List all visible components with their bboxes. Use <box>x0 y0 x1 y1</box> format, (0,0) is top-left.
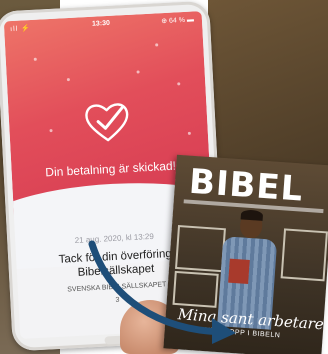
battery-icon: ⊕ 64 % ▬ <box>161 16 195 26</box>
sparkle <box>155 43 159 47</box>
sparkle <box>49 128 53 133</box>
sparkle <box>136 70 140 74</box>
bunk-bed <box>280 228 328 282</box>
sparkle <box>66 78 70 82</box>
bunk-bed <box>174 224 226 273</box>
sparkle <box>187 131 191 135</box>
sparkle <box>177 82 181 86</box>
background-shelf <box>208 0 328 180</box>
magazine-cover: BIBEL Mina sant arbetare NER HOPP I BIBE… <box>163 154 328 354</box>
heart-check-icon <box>85 103 129 142</box>
sparkle <box>33 57 37 61</box>
held-bible <box>228 258 250 285</box>
signal-icon: ıll ⚡ <box>10 24 32 34</box>
status-time: 13:30 <box>91 19 111 28</box>
magazine-subtitle: Mina sant arbetare <box>177 305 325 334</box>
person-hair <box>240 209 264 221</box>
bunk-bed <box>172 270 219 308</box>
scene: ıll ⚡ 13:30 ⊕ 64 % ▬ Din betalning är sk… <box>0 0 328 354</box>
